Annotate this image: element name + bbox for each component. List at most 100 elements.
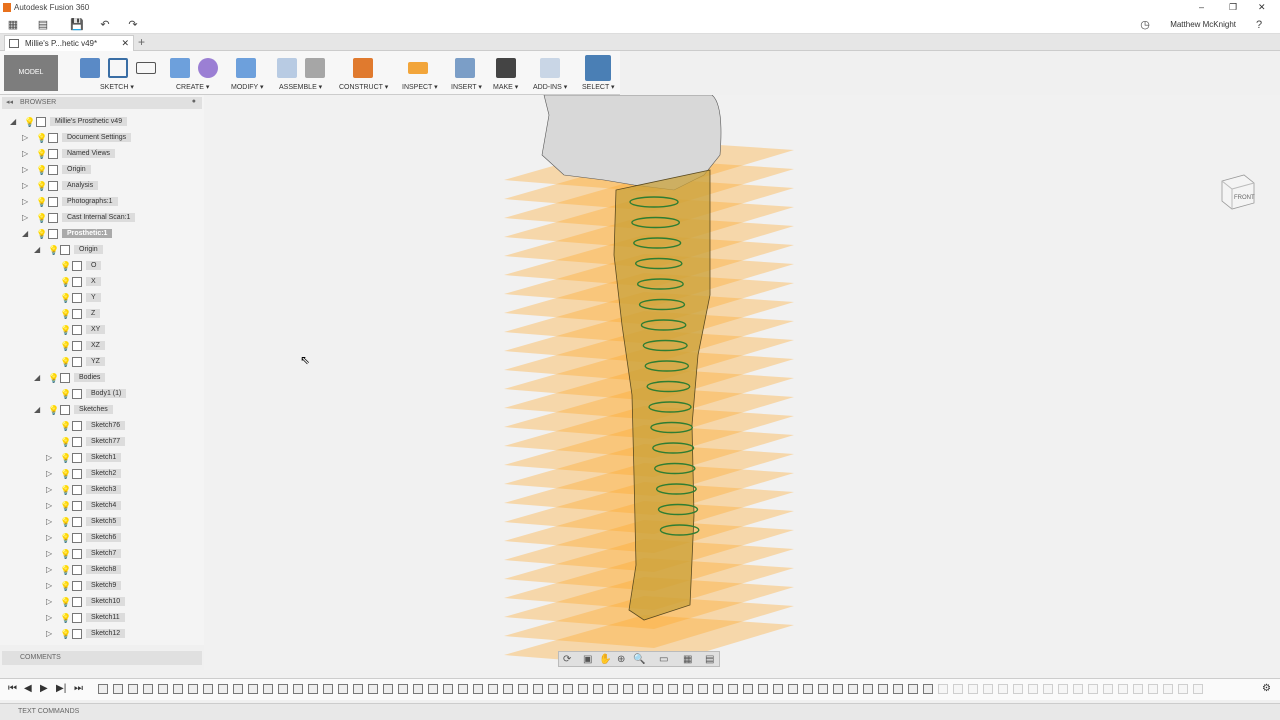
browser-item[interactable]: 💡 Sketch76: [0, 418, 200, 434]
timeline-feature-icon[interactable]: [1133, 684, 1143, 694]
expand-toggle-icon[interactable]: ▷: [46, 501, 52, 510]
visibility-bulb-icon[interactable]: 💡: [60, 485, 71, 495]
browser-item[interactable]: 💡 XZ: [0, 338, 200, 354]
timeline-feature-icon[interactable]: [1118, 684, 1128, 694]
joint-icon[interactable]: [305, 58, 325, 78]
timeline-play-icon[interactable]: ▶: [40, 683, 48, 694]
browser-item[interactable]: 💡 XY: [0, 322, 200, 338]
new-tab-icon[interactable]: +: [138, 35, 145, 49]
visibility-bulb-icon[interactable]: 💡: [36, 229, 47, 239]
visibility-bulb-icon[interactable]: 💡: [60, 517, 71, 527]
timeline-feature-icon[interactable]: [998, 684, 1008, 694]
close-icon[interactable]: ✕: [1258, 2, 1266, 13]
timeline-feature-icon[interactable]: [578, 684, 588, 694]
undo-icon[interactable]: ↶: [98, 18, 112, 32]
modify-menu[interactable]: MODIFY ▾: [231, 83, 264, 91]
timeline-feature-icon[interactable]: [953, 684, 963, 694]
browser-item[interactable]: 💡 O: [0, 258, 200, 274]
timeline-feature-icon[interactable]: [818, 684, 828, 694]
browser-item[interactable]: ▷ 💡 Sketch1: [0, 450, 200, 466]
browser-item[interactable]: ▷ 💡 Sketch2: [0, 466, 200, 482]
canvas-icon[interactable]: [455, 58, 475, 78]
timeline-feature-icon[interactable]: [743, 684, 753, 694]
visibility-bulb-icon[interactable]: 💡: [60, 357, 71, 367]
timeline-feature-icon[interactable]: [1148, 684, 1158, 694]
timeline-settings-icon[interactable]: ⚙: [1262, 683, 1271, 694]
comments-panel[interactable]: COMMENTS: [2, 651, 202, 665]
visibility-bulb-icon[interactable]: 💡: [36, 165, 47, 175]
timeline-feature-icon[interactable]: [968, 684, 978, 694]
browser-item[interactable]: ◢ 💡 Origin: [0, 242, 200, 258]
timeline-feature-icon[interactable]: [848, 684, 858, 694]
timeline-feature-icon[interactable]: [938, 684, 948, 694]
browser-item[interactable]: 💡 X: [0, 274, 200, 290]
timeline-feature-icon[interactable]: [608, 684, 618, 694]
timeline-feature-icon[interactable]: [1028, 684, 1038, 694]
expand-toggle-icon[interactable]: ◢: [34, 373, 40, 382]
timeline-feature-icon[interactable]: [563, 684, 573, 694]
browser-header[interactable]: ◂◂ BROWSER ●: [2, 97, 202, 109]
timeline-start-icon[interactable]: ⏮: [8, 683, 17, 694]
zoom-window-icon[interactable]: ⊕: [617, 654, 625, 665]
timeline-feature-icon[interactable]: [473, 684, 483, 694]
browser-item[interactable]: ▷ 💡 Document Settings: [0, 130, 200, 146]
viewports-icon[interactable]: ▤: [705, 654, 714, 665]
timeline-feature-icon[interactable]: [1013, 684, 1023, 694]
timeline-feature-icon[interactable]: [398, 684, 408, 694]
timeline-feature-icon[interactable]: [698, 684, 708, 694]
browser-item[interactable]: ▷ 💡 Sketch8: [0, 562, 200, 578]
visibility-bulb-icon[interactable]: 💡: [48, 373, 59, 383]
timeline-feature-icon[interactable]: [428, 684, 438, 694]
browser-item[interactable]: ▷ 💡 Sketch9: [0, 578, 200, 594]
measure-icon[interactable]: [408, 62, 428, 74]
user-account-menu[interactable]: Matthew McKnight: [1170, 20, 1236, 29]
timeline-feature-icon[interactable]: [353, 684, 363, 694]
browser-item[interactable]: 💡 Z: [0, 306, 200, 322]
redo-icon[interactable]: ↷: [126, 18, 140, 32]
new-component-icon[interactable]: [277, 58, 297, 78]
timeline-feature-icon[interactable]: [1088, 684, 1098, 694]
timeline-feature-icon[interactable]: [638, 684, 648, 694]
visibility-bulb-icon[interactable]: 💡: [60, 277, 71, 287]
timeline-feature-icon[interactable]: [728, 684, 738, 694]
timeline-feature-icon[interactable]: [623, 684, 633, 694]
browser-item[interactable]: ▷ 💡 Sketch12: [0, 626, 200, 642]
timeline-feature-icon[interactable]: [233, 684, 243, 694]
visibility-bulb-icon[interactable]: 💡: [48, 405, 59, 415]
grid-settings-icon[interactable]: ▦: [683, 654, 692, 665]
create-menu[interactable]: CREATE ▾: [176, 83, 209, 91]
timeline-feature-icon[interactable]: [773, 684, 783, 694]
timeline-feature-icon[interactable]: [113, 684, 123, 694]
timeline-feature-icon[interactable]: [368, 684, 378, 694]
collapse-browser-icon[interactable]: ◂◂: [6, 98, 13, 106]
timeline-feature-icon[interactable]: [683, 684, 693, 694]
timeline-feature-icon[interactable]: [713, 684, 723, 694]
timeline-feature-icon[interactable]: [788, 684, 798, 694]
visibility-bulb-icon[interactable]: 💡: [60, 581, 71, 591]
timeline-feature-icon[interactable]: [878, 684, 888, 694]
expand-toggle-icon[interactable]: ◢: [34, 245, 40, 254]
timeline-feature-icon[interactable]: [173, 684, 183, 694]
timeline-feature-icon[interactable]: [1178, 684, 1188, 694]
sketch-menu[interactable]: SKETCH ▾: [100, 83, 134, 91]
timeline-feature-icon[interactable]: [548, 684, 558, 694]
expand-toggle-icon[interactable]: ▷: [46, 565, 52, 574]
visibility-bulb-icon[interactable]: 💡: [60, 453, 71, 463]
visibility-bulb-icon[interactable]: 💡: [48, 245, 59, 255]
visibility-bulb-icon[interactable]: 💡: [60, 309, 71, 319]
timeline-feature-icon[interactable]: [833, 684, 843, 694]
timeline-feature-icon[interactable]: [98, 684, 108, 694]
timeline-feature-icon[interactable]: [653, 684, 663, 694]
visibility-bulb-icon[interactable]: 💡: [36, 149, 47, 159]
timeline-feature-icon[interactable]: [908, 684, 918, 694]
browser-item[interactable]: ▷ 💡 Cast Internal Scan:1: [0, 210, 200, 226]
timeline-feature-icon[interactable]: [338, 684, 348, 694]
timeline-feature-icon[interactable]: [1043, 684, 1053, 694]
construct-menu[interactable]: CONSTRUCT ▾: [339, 83, 388, 91]
browser-item[interactable]: ▷ 💡 Sketch4: [0, 498, 200, 514]
timeline-feature-icon[interactable]: [518, 684, 528, 694]
timeline-feature-icon[interactable]: [668, 684, 678, 694]
browser-item[interactable]: ▷ 💡 Analysis: [0, 178, 200, 194]
timeline-feature-icon[interactable]: [863, 684, 873, 694]
visibility-bulb-icon[interactable]: 💡: [60, 597, 71, 607]
